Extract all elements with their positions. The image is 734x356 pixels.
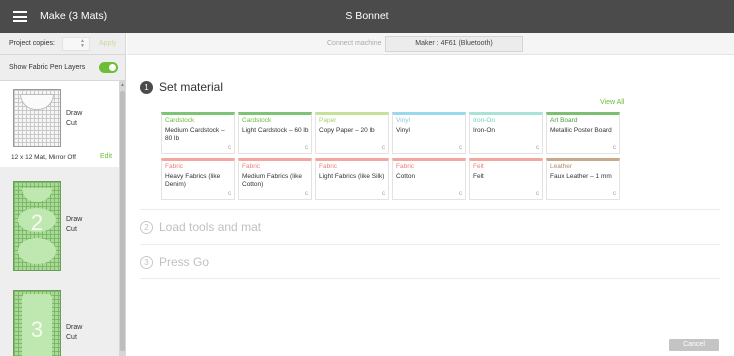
hamburger-icon[interactable] bbox=[13, 11, 27, 22]
mat-3-draw-label: Draw bbox=[66, 324, 83, 331]
mat-2-cut-label: Cut bbox=[66, 226, 77, 233]
material-category: Iron-On bbox=[473, 117, 496, 124]
apply-button[interactable]: Apply bbox=[99, 40, 117, 47]
step-1-number: 1 bbox=[140, 81, 153, 94]
material-tile[interactable]: Leather Faux Leather – 1 mm c bbox=[546, 158, 620, 200]
cancel-button[interactable]: Cancel bbox=[669, 339, 719, 351]
connect-machine-bar: Connect machine Maker : 4F61 (Bluetooth) bbox=[127, 33, 734, 55]
machine-select-button[interactable]: Maker : 4F61 (Bluetooth) bbox=[385, 36, 523, 52]
material-category: Fabric bbox=[165, 163, 184, 170]
material-category: Paper bbox=[319, 117, 337, 124]
mat-preview-1 bbox=[13, 89, 61, 147]
mat-3-cut-label: Cut bbox=[66, 334, 77, 341]
material-info-icon: c bbox=[305, 145, 308, 151]
material-name: Cotton bbox=[396, 173, 416, 180]
material-tile[interactable]: Vinyl Vinyl c bbox=[392, 112, 466, 154]
connect-machine-label: Connect machine bbox=[327, 40, 382, 47]
mat-1-draw-label: Draw bbox=[66, 110, 83, 117]
material-name: Felt bbox=[473, 173, 484, 180]
mat-1-edit-link[interactable]: Edit bbox=[100, 153, 112, 160]
material-tile[interactable]: Fabric Cotton c bbox=[392, 158, 466, 200]
material-category: Fabric bbox=[242, 163, 261, 170]
mat-number-3: 3 bbox=[30, 317, 44, 342]
mat-card-2[interactable]: 2 Draw Cut bbox=[0, 171, 119, 279]
material-name: Metallic Poster Board bbox=[550, 127, 612, 134]
material-info-icon: c bbox=[228, 145, 231, 151]
material-info-icon: c bbox=[459, 145, 462, 151]
material-name: Medium Fabrics (like Cotton) bbox=[242, 173, 302, 188]
material-name: Vinyl bbox=[396, 127, 410, 134]
project-copies-row: Project copies: ▲ ▼ Apply bbox=[0, 33, 125, 55]
material-info-icon: c bbox=[382, 145, 385, 151]
scroll-up-icon[interactable]: ▲ bbox=[119, 81, 125, 90]
mat-1-info: 12 x 12 Mat, Mirror Off bbox=[11, 154, 76, 161]
mat-1-cut-label: Cut bbox=[66, 120, 77, 127]
step-2-title: Load tools and mat bbox=[159, 220, 262, 234]
stepper-arrows-icon[interactable]: ▲ ▼ bbox=[80, 39, 85, 49]
material-category: Cardstock bbox=[242, 117, 272, 124]
mat-2-draw-label: Draw bbox=[66, 216, 83, 223]
material-tile[interactable]: Iron-On Iron-On c bbox=[469, 112, 543, 154]
material-category: Fabric bbox=[319, 163, 338, 170]
mat-shape bbox=[20, 94, 54, 110]
material-info-icon: c bbox=[382, 191, 385, 197]
scrollbar-thumb[interactable] bbox=[120, 91, 125, 351]
material-category: Cardstock bbox=[165, 117, 195, 124]
mat-number-2: 2 bbox=[30, 210, 44, 235]
material-tile[interactable]: Paper Copy Paper – 20 lb c bbox=[315, 112, 389, 154]
material-category: Leather bbox=[550, 163, 573, 170]
material-name: Light Fabrics (like Silk) bbox=[319, 173, 385, 180]
material-info-icon: c bbox=[613, 145, 616, 151]
divider bbox=[140, 209, 720, 210]
divider bbox=[140, 244, 720, 245]
mat-shape bbox=[18, 238, 56, 264]
material-category: Vinyl bbox=[396, 117, 410, 124]
top-bar: Make (3 Mats) S Bonnet bbox=[0, 0, 734, 33]
material-name: Heavy Fabrics (like Denim) bbox=[165, 173, 221, 188]
material-info-icon: c bbox=[228, 191, 231, 197]
step-2-number: 2 bbox=[140, 221, 153, 234]
divider bbox=[140, 278, 720, 279]
material-tile[interactable]: Fabric Medium Fabrics (like Cotton) c bbox=[238, 158, 312, 200]
material-tile[interactable]: Cardstock Medium Cardstock – 80 lb c bbox=[161, 112, 235, 154]
material-info-icon: c bbox=[536, 145, 539, 151]
material-category: Art Board bbox=[550, 117, 578, 124]
material-tile[interactable]: Felt Felt c bbox=[469, 158, 543, 200]
material-info-icon: c bbox=[305, 191, 308, 197]
fabric-pen-toggle[interactable] bbox=[99, 62, 118, 73]
app-title: Make (3 Mats) bbox=[40, 10, 108, 22]
fabric-pen-label: Show Fabric Pen Layers bbox=[9, 64, 86, 71]
fabric-pen-row: Show Fabric Pen Layers bbox=[0, 55, 125, 81]
material-name: Copy Paper – 20 lb bbox=[319, 127, 375, 134]
view-all-link[interactable]: View All bbox=[600, 99, 624, 106]
mat-shape bbox=[22, 188, 52, 202]
material-category: Felt bbox=[473, 163, 484, 170]
material-tile[interactable]: Art Board Metallic Poster Board c bbox=[546, 112, 620, 154]
material-name: Iron-On bbox=[473, 127, 496, 134]
material-name: Faux Leather – 1 mm bbox=[550, 173, 612, 180]
mat-preview-3: 3 bbox=[13, 290, 61, 356]
material-info-icon: c bbox=[613, 191, 616, 197]
material-tile[interactable]: Cardstock Light Cardstock – 60 lb c bbox=[238, 112, 312, 154]
sidebar-scrollbar[interactable]: ▲ bbox=[119, 81, 125, 356]
material-name: Light Cardstock – 60 lb bbox=[242, 127, 309, 134]
mat-sidebar: Project copies: ▲ ▼ Apply Show Fabric Pen… bbox=[0, 33, 126, 356]
material-info-icon: c bbox=[536, 191, 539, 197]
step-3-number: 3 bbox=[140, 256, 153, 269]
mat-preview-2: 2 bbox=[13, 181, 61, 271]
toggle-knob bbox=[109, 64, 116, 71]
material-category: Fabric bbox=[396, 163, 415, 170]
project-copies-label: Project copies: bbox=[9, 40, 55, 47]
material-tile[interactable]: Fabric Light Fabrics (like Silk) c bbox=[315, 158, 389, 200]
material-info-icon: c bbox=[459, 191, 462, 197]
material-name: Medium Cardstock – 80 lb bbox=[165, 127, 225, 142]
mat-card-1[interactable]: Draw Cut 12 x 12 Mat, Mirror Off Edit bbox=[0, 81, 119, 167]
project-copies-input[interactable]: ▲ ▼ bbox=[62, 37, 90, 51]
project-name: S Bonnet bbox=[345, 10, 389, 22]
step-3-title: Press Go bbox=[159, 255, 210, 269]
material-tile[interactable]: Fabric Heavy Fabrics (like Denim) c bbox=[161, 158, 235, 200]
mat-card-3[interactable]: 3 Draw Cut bbox=[0, 285, 119, 356]
step-1-title: Set material bbox=[159, 80, 224, 94]
